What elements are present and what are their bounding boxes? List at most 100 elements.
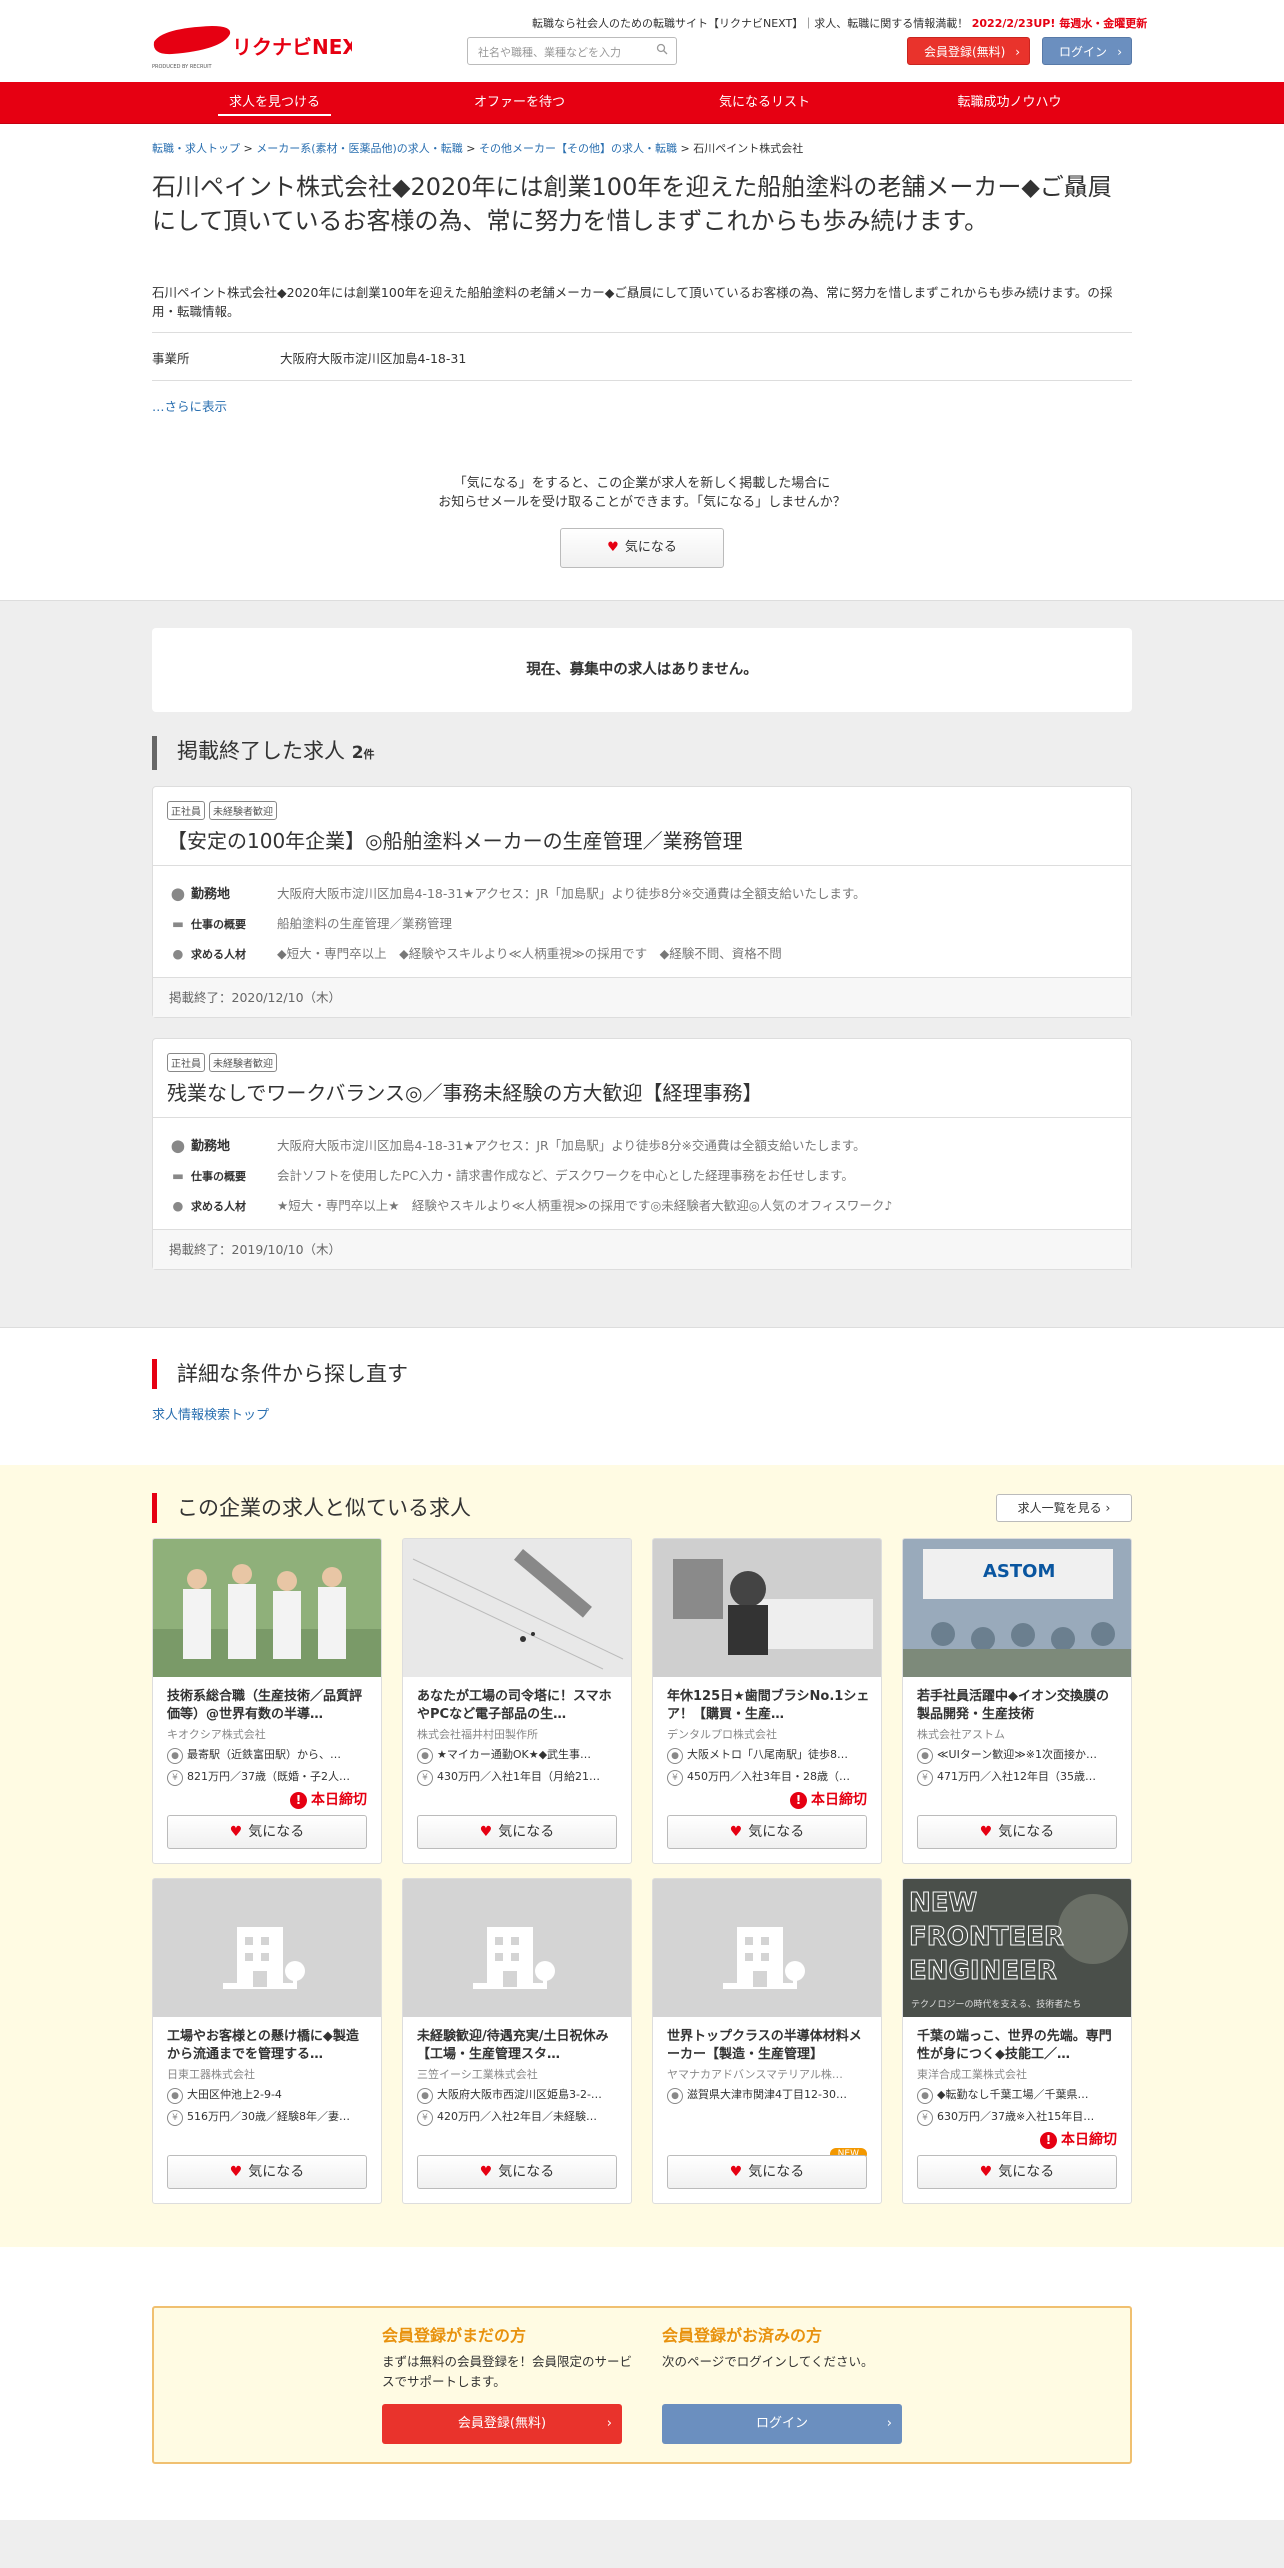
job-image[interactable] [403, 1539, 631, 1677]
heart-icon: ♥ [479, 2164, 493, 2180]
search-icon[interactable] [656, 43, 668, 55]
new-member-heading: 会員登録がまだの方 [382, 2326, 527, 2345]
favorite-button[interactable]: ♥ 気になる [667, 2155, 867, 2189]
similar-job-card[interactable]: 年休125日★歯間ブラシNo.1シェア！【購買・生産… デンタルプロ株式会社 ● 大阪… [652, 1538, 882, 1864]
company-name: ヤマナカアドバンスマテリアル株… [667, 2068, 843, 2081]
nav-wait-offer[interactable]: オファーを待つ [397, 82, 642, 124]
deadline-badge: ! 本日締切 [1040, 2129, 1117, 2149]
heart-icon: ♥ [229, 2164, 243, 2180]
job-image[interactable] [153, 1879, 381, 2017]
location-pin-icon: ● [167, 2088, 183, 2104]
login-button[interactable]: ログイン › [1042, 37, 1132, 65]
job-image[interactable]: NEW FRONTEER ENGINEER テクノロジーの時代を支える、技術者たち [903, 1879, 1131, 2017]
nav-career-tips[interactable]: 転職成功ノウハウ [887, 82, 1132, 124]
location-pin-icon: ● [917, 2088, 933, 2104]
job-title[interactable]: 千葉の端っこ、世界の先端。専門性が身につく◆技能工／… [917, 2028, 1121, 2064]
company-name: 東洋合成工業株式会社 [917, 2068, 1027, 2081]
breadcrumb-link[interactable]: その他メーカー【その他】の求人・転職 [479, 142, 677, 155]
nav-favorite-list[interactable]: 気になるリスト [642, 82, 887, 124]
job-salary: ¥821万円／37歳（既婚・子2人… [167, 1768, 367, 1786]
breadcrumb-link[interactable]: 転職・求人トップ [152, 142, 240, 155]
similar-job-card[interactable]: 技術系総合職（生産技術／品質評価等）@世界有数の半導… キオクシア株式会社 ● 最寄駅… [152, 1538, 382, 1864]
main-nav: 求人を見つける オファーを待つ 気になるリスト 転職成功ノウハウ [0, 82, 1284, 124]
update-note: 2022/2/23UP! 毎週水・金曜更新 [971, 17, 1148, 30]
job-salary: ¥630万円／37歳※入社15年目… [917, 2108, 1117, 2126]
chevron-right-icon: › [1015, 45, 1020, 59]
job-image[interactable]: ASTOM [903, 1539, 1131, 1677]
job-title[interactable]: 世界トップクラスの半導体材料メーカー【製造・生産管理】 [667, 2028, 871, 2064]
search-top-link[interactable]: 求人情報検索トップ [152, 1404, 269, 1423]
similar-job-card[interactable]: 工場やお客様との懸け橋に◆製造から流通までを管理する… 日東工器株式会社 ● 大田区仲… [152, 1878, 382, 2204]
job-salary: ¥471万円／入社12年目（35歳… [917, 1768, 1117, 1786]
logo-subtext: PRODUCED BY RECRUIT [152, 64, 213, 70]
job-salary: ¥430万円／入社1年目（月給21… [417, 1768, 617, 1786]
job-location: ● ★マイカー通勤OK★◆武生事… [417, 1746, 617, 1764]
job-image[interactable] [153, 1539, 381, 1677]
job-location: ● ◆転勤なし千葉工場／千葉県… [917, 2086, 1117, 2104]
briefcase-icon: ▬ [172, 916, 184, 931]
job-title[interactable]: 残業なしでワークバランス◎／事務未経験の方大歓迎【経理事務】 [167, 1077, 762, 1106]
job-list-button[interactable]: 求人一覧を見る › [996, 1494, 1132, 1522]
heart-icon: ♥ [607, 540, 619, 555]
similar-job-card[interactable]: ASTOM 若手社員活躍中◆イオン交換膜の製品開発・生産技術 株式会社アストム ● ≪U… [902, 1538, 1132, 1864]
search-input[interactable]: 社名や職種、業種などを入力 [467, 37, 677, 65]
alert-icon: ! [290, 1792, 307, 1809]
job-salary: ¥516万円／30歳／経験8年／妻… [167, 2108, 367, 2126]
job-title[interactable]: 若手社員活躍中◆イオン交換膜の製品開発・生産技術 [917, 1688, 1121, 1724]
job-title[interactable]: 年休125日★歯間ブラシNo.1シェア！【購買・生産… [667, 1688, 871, 1724]
similar-job-card[interactable]: 世界トップクラスの半導体材料メーカー【製造・生産管理】ヤマナカアドバンスマテリア… [652, 1878, 882, 2204]
show-more-link[interactable]: …さらに表示 [152, 396, 227, 415]
register-button[interactable]: 会員登録(無料) › [382, 2404, 622, 2444]
page-title: 石川ペイント株式会社◆2020年には創業100年を迎えた船舶塗料の老舗メーカー◆… [152, 173, 1112, 235]
ended-job-card[interactable]: 正社員 未経験者歓迎 残業なしでワークバランス◎／事務未経験の方大歓迎【経理事務】… [152, 1038, 1132, 1270]
similar-job-card[interactable]: NEW FRONTEER ENGINEER テクノロジーの時代を支える、技術者たち 千葉… [902, 1878, 1132, 2204]
banner-line: FRONTEER [909, 1922, 1064, 1952]
new-member-text: まずは無料の会員登録を！会員限定のサービスでサポートします。 [382, 2354, 633, 2389]
breadcrumb-link[interactable]: メーカー系(素材・医薬品他)の求人・転職 [256, 142, 463, 155]
location-pin-icon: ⬤ [171, 886, 185, 901]
favorite-button[interactable]: ♥ 気になる [417, 1815, 617, 1849]
company-name: 日東工器株式会社 [167, 2068, 255, 2081]
yen-icon: ¥ [667, 1770, 683, 1786]
similar-job-card[interactable]: あなたが工場の司令塔に！スマホやPCなど電子部品の生… 株式会社福井村田製作所 ● ★… [402, 1538, 632, 1864]
astom-sign: ASTOM [983, 1561, 1055, 1582]
similar-job-card[interactable]: 未経験歓迎/待遇充実/土日祝休み【工場・生産管理スタ… 三笠イーシ工業株式会社 ● 大… [402, 1878, 632, 2204]
job-location: ● 大阪府大阪市西淀川区姫島3-2-… [417, 2086, 617, 2104]
job-image[interactable] [403, 1879, 631, 2017]
job-title[interactable]: 工場やお客様との懸け橋に◆製造から流通までを管理する… [167, 2028, 371, 2064]
job-title[interactable]: あなたが工場の司令塔に！スマホやPCなど電子部品の生… [417, 1688, 621, 1724]
register-button[interactable]: 会員登録(無料) › [907, 37, 1030, 65]
yen-icon: ¥ [167, 1770, 183, 1786]
page-subtitle: 石川ペイント株式会社◆2020年には創業100年を迎えた船舶塗料の老舗メーカー◆… [152, 285, 1113, 319]
job-location: ● 大田区仲池上2-9-4 [167, 2086, 367, 2104]
favorite-button[interactable]: ♥ 気になる [167, 2155, 367, 2189]
location-pin-icon: ● [417, 2088, 433, 2104]
ended-job-card[interactable]: 正社員 未経験者歓迎 【安定の100年企業】◎船舶塗料メーカーの生産管理／業務管理… [152, 786, 1132, 1018]
job-title[interactable]: 技術系総合職（生産技術／品質評価等）@世界有数の半導… [167, 1688, 371, 1724]
similar-heading: この企業の求人と似ている求人 [152, 1493, 471, 1523]
favorite-button[interactable]: ♥ 気になる [917, 2155, 1117, 2189]
company-name: 三笠イーシ工業株式会社 [417, 2068, 538, 2081]
nav-find-jobs[interactable]: 求人を見つける [152, 82, 397, 124]
heart-icon: ♥ [979, 1824, 993, 1840]
favorite-button[interactable]: ♥ 気になる [560, 528, 724, 568]
favorite-button[interactable]: ♥ 気になる [917, 1815, 1117, 1849]
favorite-button[interactable]: ♥ 気になる [167, 1815, 367, 1849]
ended-date: 掲載終了：2020/12/10（木） [153, 977, 1131, 1017]
site-logo[interactable]: リクナビNEXT PRODUCED BY RECRUIT [152, 20, 372, 70]
job-title[interactable]: 未経験歓迎/待遇充実/土日祝休み【工場・生産管理スタ… [417, 2028, 621, 2064]
divider [152, 332, 1132, 333]
tag-badge: 正社員 [167, 801, 205, 820]
job-title[interactable]: 【安定の100年企業】◎船舶塗料メーカーの生産管理／業務管理 [167, 825, 743, 854]
favorite-button[interactable]: ♥ 気になる [417, 2155, 617, 2189]
login-button[interactable]: ログイン › [662, 2404, 902, 2444]
yen-icon: ¥ [417, 1770, 433, 1786]
banner-line: NEW [909, 1888, 977, 1918]
job-image[interactable] [653, 1879, 881, 2017]
favorite-button[interactable]: ♥ 気になる [667, 1815, 867, 1849]
company-name: 株式会社アストム [917, 1728, 1005, 1741]
job-image[interactable] [653, 1539, 881, 1677]
alert-icon: ! [790, 1792, 807, 1809]
location-pin-icon: ● [417, 1748, 433, 1764]
location-pin-icon: ⬤ [171, 1138, 185, 1153]
